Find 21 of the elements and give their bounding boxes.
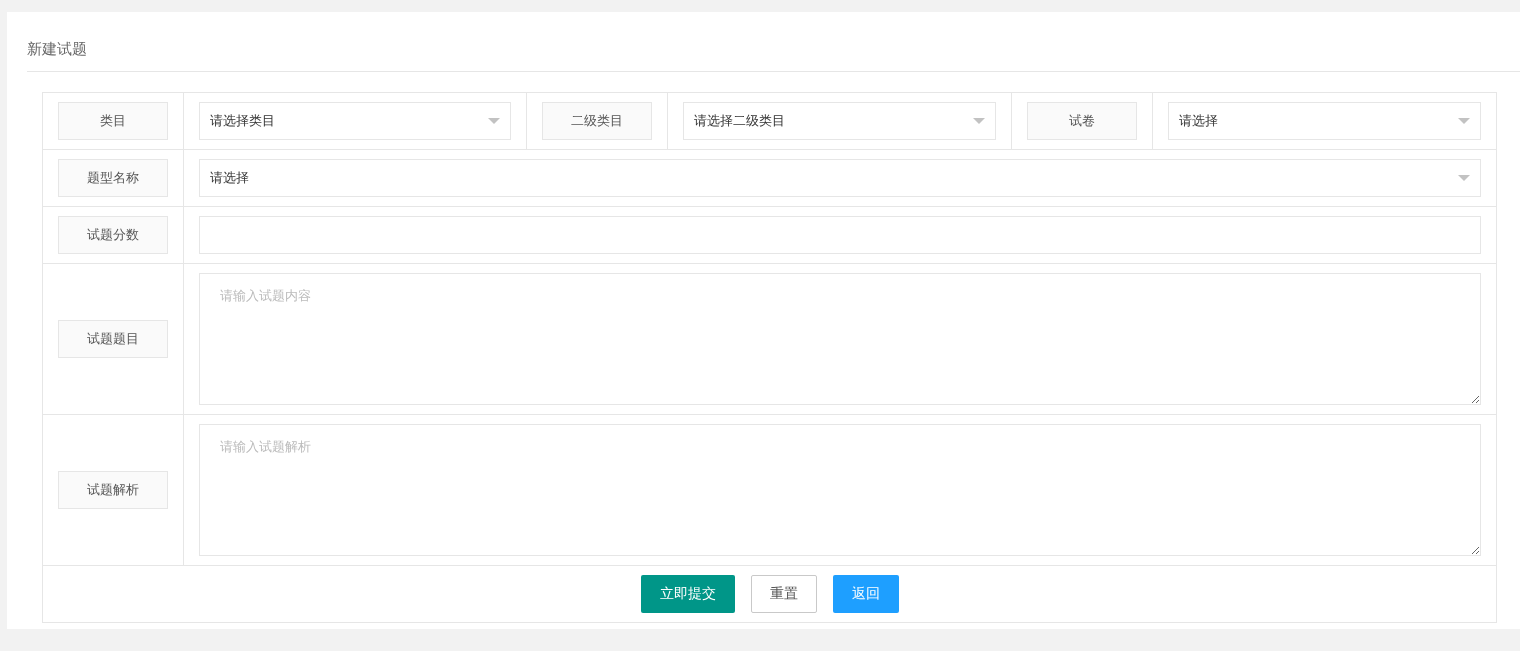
field-label: 试题题目 [58,319,168,358]
field-label: 二级类目 [542,101,652,140]
caret-icon [1458,117,1470,124]
field-label: 类目 [58,101,168,140]
form-button[interactable]: 重置 [750,574,817,613]
form-button[interactable]: 立即提交 [640,574,735,613]
page-title: 新建试题 [27,32,1520,72]
field-label: 试题分数 [58,215,168,254]
caret-icon [1458,174,1470,181]
select-dropdown[interactable]: 请选择 [1168,101,1481,140]
text-area[interactable]: 请输入试题内容 [199,272,1481,405]
field-label: 试卷 [1027,101,1137,140]
caret-icon [973,117,985,124]
text-area[interactable]: 请输入试题解析 [199,423,1481,556]
field-label: 题型名称 [58,158,168,197]
select-dropdown[interactable]: 请选择类目 [199,101,511,140]
field-label: 试题解析 [58,470,168,509]
select-dropdown[interactable]: 请选择二级类目 [683,101,996,140]
select-dropdown[interactable]: 请选择 [199,158,1481,197]
caret-icon [488,117,500,124]
input-field[interactable] [199,215,1481,254]
